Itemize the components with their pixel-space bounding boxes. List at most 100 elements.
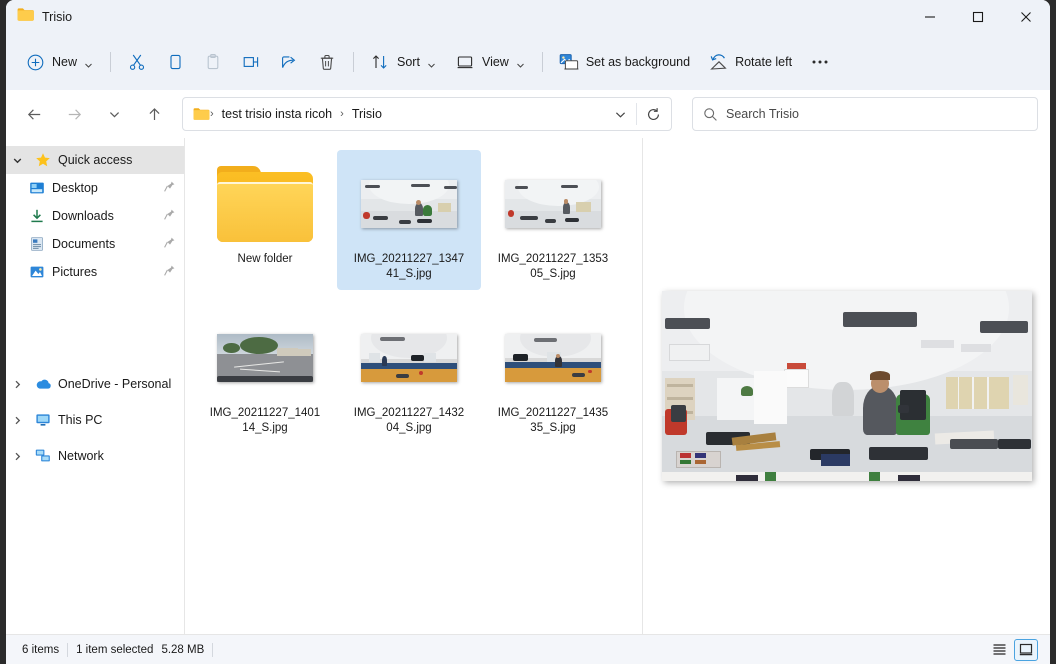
chevron-right-icon[interactable] [6, 415, 28, 426]
image-thumbnail [193, 310, 337, 406]
pin-icon[interactable] [163, 264, 176, 280]
file-name: IMG_20211227_140114_S.jpg [209, 407, 321, 434]
pin-icon[interactable] [163, 236, 176, 252]
sidebar-item-desktop[interactable]: Desktop [6, 174, 184, 202]
sidebar-item-network[interactable]: Network [6, 442, 184, 470]
thumbnail-room-scene [361, 334, 457, 382]
sidebar-item-downloads[interactable]: Downloads [6, 202, 184, 230]
network-icon [34, 447, 52, 465]
image-thumbnail [337, 156, 481, 252]
copy-button[interactable] [156, 46, 194, 78]
rotate-left-button[interactable]: Rotate left [699, 46, 801, 78]
folder-thumbnail [193, 156, 337, 252]
image-thumbnail [337, 310, 481, 406]
content-area: New folder IMG_20211227_134741_S.jpg IMG… [184, 138, 1050, 634]
file-name: IMG_20211227_143535_S.jpg [497, 407, 609, 434]
file-tile-img-135305[interactable]: IMG_20211227_135305_S.jpg [481, 150, 625, 290]
star-icon [34, 151, 52, 169]
set-as-background-icon [559, 52, 579, 72]
delete-button[interactable] [308, 46, 346, 78]
image-thumbnail [481, 310, 625, 406]
file-tile-img-140114[interactable]: IMG_20211227_140114_S.jpg [193, 304, 337, 444]
sidebar-label: This PC [58, 413, 103, 427]
sidebar-label: OneDrive - Personal [58, 377, 172, 391]
new-button-label: New [52, 55, 78, 69]
pin-icon[interactable] [163, 180, 176, 196]
sidebar-item-this-pc[interactable]: This PC [6, 406, 184, 434]
search-input[interactable]: Search Trisio [726, 107, 799, 121]
selection-size: 5.28 MB [161, 643, 205, 656]
refresh-button[interactable] [639, 100, 667, 128]
sidebar-item-onedrive[interactable]: OneDrive - Personal [6, 370, 184, 398]
trash-icon [317, 52, 337, 72]
search-box[interactable]: Search Trisio [692, 97, 1038, 131]
search-icon [703, 107, 718, 122]
thumbnail-office-scene [361, 180, 457, 228]
maximize-button[interactable] [954, 0, 1002, 34]
view-button-label: View [481, 55, 509, 69]
explorer-body: Quick access Desktop Downloads Documents… [6, 138, 1050, 634]
minimize-button[interactable] [906, 0, 954, 34]
sidebar-item-quick-access[interactable]: Quick access [6, 146, 184, 174]
chevron-right-icon[interactable] [6, 379, 28, 390]
pin-icon[interactable] [163, 208, 176, 224]
address-divider [636, 103, 637, 125]
file-name: IMG_20211227_135305_S.jpg [497, 253, 609, 280]
sidebar-label: Downloads [52, 209, 114, 223]
preview-image [661, 291, 1032, 481]
desktop-icon [28, 179, 46, 197]
large-icons-view-button[interactable] [1014, 638, 1038, 661]
address-bar[interactable]: › test trisio insta ricoh › Trisio [182, 97, 672, 131]
chevron-down-icon [427, 57, 437, 68]
share-button[interactable] [270, 46, 308, 78]
view-icon [455, 52, 475, 72]
cut-button[interactable] [118, 46, 156, 78]
details-view-button[interactable] [987, 639, 1011, 661]
sidebar-label: Documents [52, 237, 116, 251]
sort-icon [370, 52, 390, 72]
close-button[interactable] [1002, 0, 1050, 34]
file-tile-img-134741[interactable]: IMG_20211227_134741_S.jpg [337, 150, 481, 290]
sort-button-label: Sort [397, 55, 420, 69]
toolbar-divider-3 [541, 52, 543, 72]
previous-locations-button[interactable] [606, 100, 634, 128]
image-thumbnail [481, 156, 625, 252]
paste-button[interactable] [194, 46, 232, 78]
onedrive-icon [34, 375, 52, 393]
file-tile-folder[interactable]: New folder [193, 150, 337, 290]
scissors-icon [127, 52, 147, 72]
breadcrumb: › test trisio insta ricoh › Trisio [210, 105, 606, 123]
file-tile-img-143204[interactable]: IMG_20211227_143204_S.jpg [337, 304, 481, 444]
file-tile-img-143535[interactable]: IMG_20211227_143535_S.jpg [481, 304, 625, 444]
folder-icon [17, 7, 34, 27]
sort-button[interactable]: Sort [361, 46, 446, 78]
title-bar-left: Trisio [6, 7, 72, 27]
back-button[interactable] [18, 98, 50, 130]
breadcrumb-item-0[interactable]: test trisio insta ricoh [218, 105, 336, 123]
set-as-background-label: Set as background [585, 55, 691, 69]
sidebar-item-documents[interactable]: Documents [6, 230, 184, 258]
breadcrumb-separator: › [340, 108, 344, 120]
chevron-down-icon[interactable] [6, 155, 28, 166]
rename-button[interactable] [232, 46, 270, 78]
window-title: Trisio [42, 10, 73, 24]
thumbnail-room-scene [505, 334, 601, 382]
share-icon [279, 52, 299, 72]
file-explorer-window: Trisio New Sort View Set as background R… [6, 0, 1050, 664]
this-pc-icon [34, 411, 52, 429]
toolbar-divider-2 [353, 52, 355, 72]
sidebar-item-pictures[interactable]: Pictures [6, 258, 184, 286]
status-bar: 6 items 1 item selected 5.28 MB [6, 634, 1050, 664]
status-divider-2 [212, 642, 214, 657]
new-button[interactable]: New [16, 46, 103, 78]
up-button[interactable] [138, 98, 170, 130]
window-controls [906, 0, 1050, 34]
breadcrumb-item-1[interactable]: Trisio [348, 105, 386, 123]
forward-button[interactable] [58, 98, 90, 130]
recent-locations-button[interactable] [98, 98, 130, 130]
see-more-button[interactable] [801, 46, 839, 78]
file-grid[interactable]: New folder IMG_20211227_134741_S.jpg IMG… [185, 138, 642, 634]
chevron-right-icon[interactable] [6, 451, 28, 462]
set-as-background-button[interactable]: Set as background [550, 46, 699, 78]
view-button[interactable]: View [446, 46, 535, 78]
